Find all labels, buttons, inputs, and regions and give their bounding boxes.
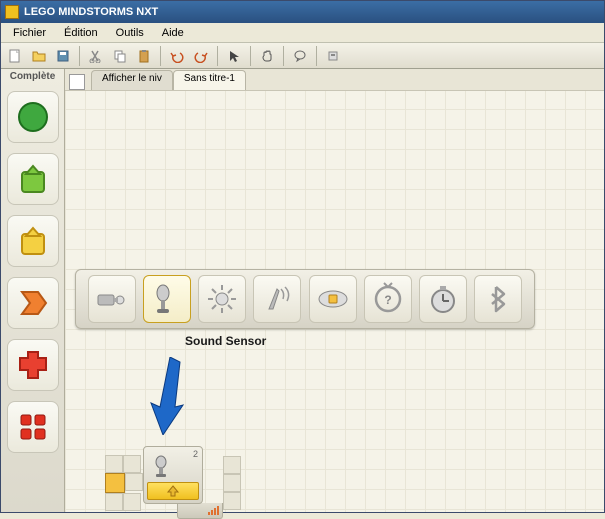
comment-tool-button[interactable] bbox=[289, 45, 311, 67]
sound-sensor-block[interactable]: 2 bbox=[143, 446, 223, 519]
beam-cell bbox=[223, 456, 241, 474]
save-button[interactable] bbox=[52, 45, 74, 67]
palette-common-icon[interactable] bbox=[7, 91, 59, 143]
menu-tools[interactable]: Outils bbox=[108, 25, 152, 41]
sound-sensor-icon[interactable] bbox=[143, 275, 191, 323]
start-beam-icon[interactable] bbox=[105, 473, 125, 493]
pointer-tool-button[interactable] bbox=[223, 45, 245, 67]
undo-button[interactable] bbox=[166, 45, 188, 67]
toolbar bbox=[1, 43, 604, 69]
window-title: LEGO MINDSTORMS NXT bbox=[24, 6, 158, 18]
nxt-buttons-icon[interactable] bbox=[309, 275, 357, 323]
menubar: Fichier Édition Outils Aide bbox=[1, 23, 604, 43]
new-file-button[interactable] bbox=[4, 45, 26, 67]
toolbar-divider bbox=[79, 46, 80, 66]
arrow-icon bbox=[135, 357, 185, 435]
toolbar-divider bbox=[160, 46, 161, 66]
block-data-hub[interactable] bbox=[177, 503, 223, 519]
toolbar-divider bbox=[283, 46, 284, 66]
bluetooth-icon[interactable] bbox=[474, 275, 522, 323]
pan-tool-button[interactable] bbox=[256, 45, 278, 67]
canvas[interactable]: Afficher le niv Sans titre-1 ? Sound Sen… bbox=[65, 69, 604, 512]
tab-home-icon[interactable] bbox=[69, 74, 85, 90]
tab-2[interactable]: Sans titre-1 bbox=[173, 70, 246, 90]
app-icon bbox=[5, 5, 19, 19]
ultrasonic-sensor-icon[interactable] bbox=[253, 275, 301, 323]
block-port-number: 2 bbox=[193, 449, 198, 459]
workspace: Complète Afficher le niv Sans titre-1 ? bbox=[1, 69, 604, 512]
open-file-button[interactable] bbox=[28, 45, 50, 67]
block-highlight bbox=[147, 482, 199, 500]
beam-cell bbox=[223, 474, 241, 492]
toolbar-divider bbox=[217, 46, 218, 66]
arrow-up-icon bbox=[166, 485, 180, 497]
beam-cell bbox=[123, 493, 141, 511]
palette-action-icon[interactable] bbox=[7, 153, 59, 205]
download-button[interactable] bbox=[322, 45, 344, 67]
palette-sensor-icon[interactable] bbox=[7, 215, 59, 267]
palette-title: Complète bbox=[10, 71, 56, 82]
sensor-label: Sound Sensor bbox=[185, 334, 266, 348]
tab-bar: Afficher le niv Sans titre-1 bbox=[65, 69, 604, 91]
beam-cell bbox=[105, 493, 123, 511]
beam-cell bbox=[125, 473, 143, 491]
beam-cell bbox=[123, 455, 141, 473]
sequence-beam: 2 bbox=[105, 446, 241, 519]
signal-icon bbox=[208, 506, 219, 515]
tab-1[interactable]: Afficher le niv bbox=[91, 70, 173, 90]
copy-button[interactable] bbox=[109, 45, 131, 67]
palette: Complète bbox=[1, 69, 65, 512]
titlebar: LEGO MINDSTORMS NXT bbox=[1, 1, 604, 23]
paste-button[interactable] bbox=[133, 45, 155, 67]
beam-cell bbox=[105, 455, 123, 473]
toolbar-divider bbox=[250, 46, 251, 66]
sensor-flyout: ? bbox=[75, 269, 535, 329]
svg-text:?: ? bbox=[384, 293, 391, 307]
touch-sensor-icon[interactable] bbox=[88, 275, 136, 323]
microphone-icon bbox=[150, 453, 178, 481]
toolbar-divider bbox=[316, 46, 317, 66]
palette-data-icon[interactable] bbox=[7, 339, 59, 391]
rotation-sensor-icon[interactable]: ? bbox=[364, 275, 412, 323]
timer-icon[interactable] bbox=[419, 275, 467, 323]
app-window: LEGO MINDSTORMS NXT Fichier Édition Outi… bbox=[0, 0, 605, 513]
menu-file[interactable]: Fichier bbox=[5, 25, 54, 41]
menu-help[interactable]: Aide bbox=[154, 25, 192, 41]
redo-button[interactable] bbox=[190, 45, 212, 67]
palette-flow-icon[interactable] bbox=[7, 277, 59, 329]
menu-edit[interactable]: Édition bbox=[56, 25, 106, 41]
palette-advanced-icon[interactable] bbox=[7, 401, 59, 453]
beam-cell bbox=[223, 492, 241, 510]
cut-button[interactable] bbox=[85, 45, 107, 67]
light-sensor-icon[interactable] bbox=[198, 275, 246, 323]
